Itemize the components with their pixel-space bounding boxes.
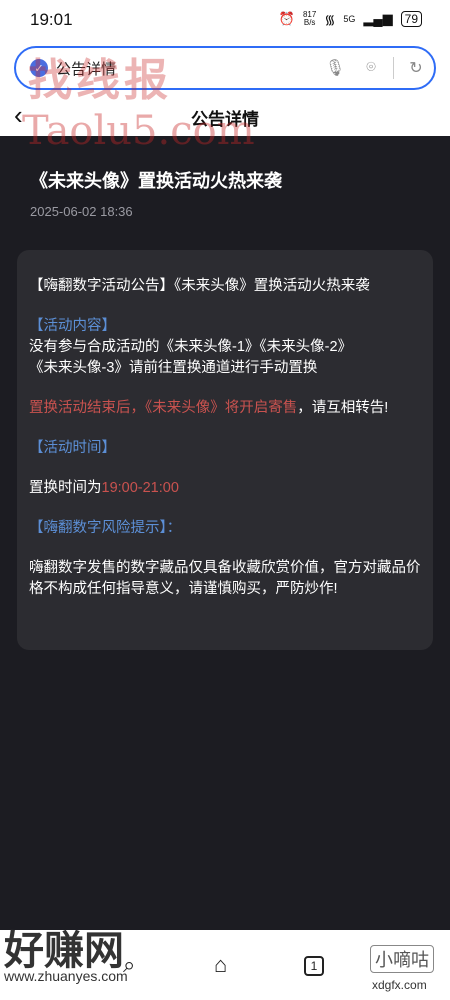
announcement-headline: 【嗨翻数字活动公告】《未来头像》置换活动火热来袭: [29, 278, 370, 294]
net-speed: 817 B/s: [302, 10, 317, 27]
signal-icon: ▂▄▆: [363, 11, 393, 26]
watermark-bottom-right-caption: 线报茶发社区: [368, 932, 428, 943]
watermark-bottom-right: 小嘀咕: [370, 945, 434, 973]
time-prefix: 置换时间为: [29, 480, 102, 496]
time-label: 【活动时间】: [29, 440, 116, 456]
content-line-2: 《未来头像-3》请前往置换通道进行手动置换: [29, 360, 318, 376]
wifi-icon: ᯾: [324, 12, 336, 27]
time-value: 19:00-21:00: [101, 480, 179, 496]
notice-highlight: 置换活动结束后，《未来头像》将开启寄售: [29, 400, 298, 416]
content-line-1: 没有参与合成活动的《未来头像-1》《未来头像-2》: [29, 339, 353, 355]
status-time: 19:01: [30, 10, 73, 29]
notice-rest: ，请互相转告!: [297, 400, 389, 416]
status-icons: ⏰ 817 B/s ᯾ 5G ▂▄▆ 79: [279, 10, 422, 28]
watermark-bottom-right-url: xdgfx.com: [372, 978, 427, 992]
watermark-top: 找线报: [28, 55, 172, 106]
risk-label: 【嗨翻数字风险提示】：: [29, 520, 182, 536]
article-date: 2025-06-02 18:36: [30, 204, 133, 219]
watermark-top-sub: Taolu5.com: [22, 108, 255, 154]
divider: [393, 57, 394, 79]
tabs-button[interactable]: 1: [304, 956, 324, 976]
battery-icon: 79: [400, 11, 422, 27]
time-line: 置换时间为19:00-21:00: [29, 478, 421, 499]
announcement-card: 【嗨翻数字活动公告】《未来头像》置换活动火热来袭 【活动内容】 没有参与合成活动…: [17, 250, 433, 650]
home-icon[interactable]: ⌂: [214, 952, 227, 978]
status-bar: 19:01 ⏰ 817 B/s ᯾ 5G ▂▄▆ 79: [0, 0, 450, 40]
camera-icon[interactable]: ⌾: [353, 59, 389, 77]
consignment-notice: 置换活动结束后，《未来头像》将开启寄售，请互相转告!: [29, 398, 421, 419]
content-label: 【活动内容】: [29, 318, 116, 334]
article-title: 《未来头像》置换活动火热来袭: [30, 171, 282, 191]
watermark-bottom-left-url: www.zhuanyes.com: [4, 968, 128, 984]
signal-label: 5G: [343, 14, 356, 24]
refresh-icon[interactable]: ↻: [398, 58, 434, 78]
risk-text: 嗨翻数字发售的数字藏品仅具备收藏欣赏价值，官方对藏品价格不构成任何指导意义，请谨…: [29, 560, 421, 597]
microphone-icon[interactable]: 🎙: [317, 58, 353, 78]
alarm-icon: ⏰: [278, 11, 295, 26]
